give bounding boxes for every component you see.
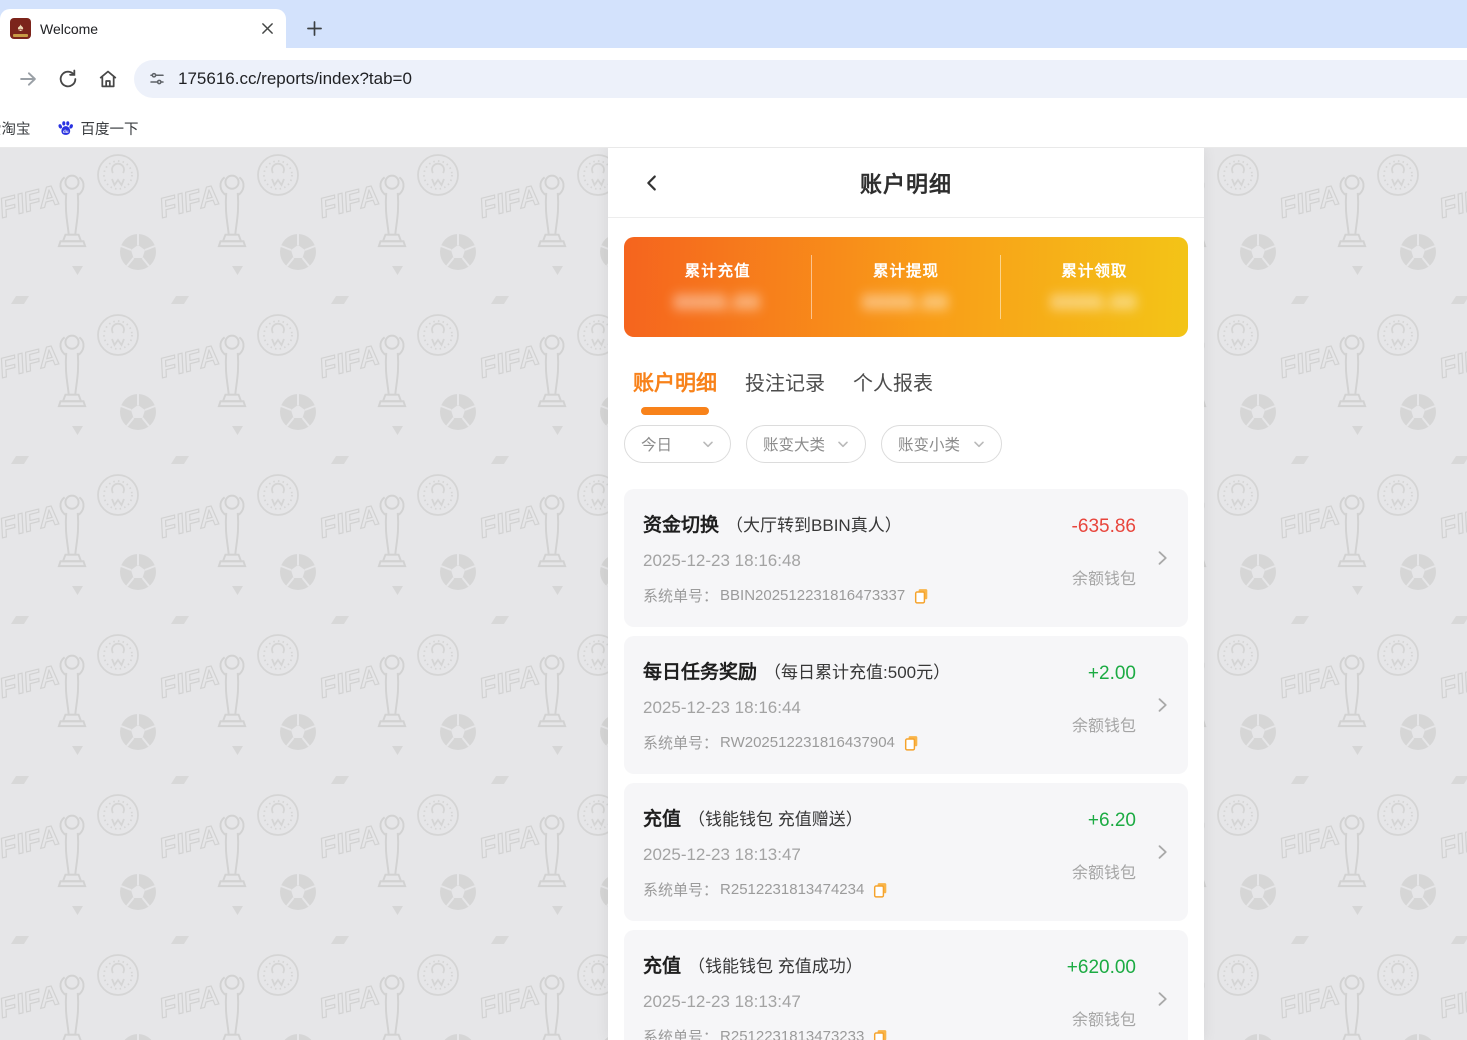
- svg-text:du: du: [62, 129, 68, 134]
- txn-note: （钱能钱包 充值赠送）: [688, 810, 863, 829]
- panel-header: 账户明细: [608, 148, 1204, 218]
- order-number: BBIN202512231816473337: [720, 587, 906, 604]
- baidu-paw-icon: du: [58, 121, 73, 135]
- summary-total-withdraw: 累计提现 8888.88: [862, 263, 950, 314]
- txn-note: （每日累计充值:500元）: [764, 663, 951, 682]
- url-text: 175616.cc/reports/index?tab=0: [178, 69, 412, 88]
- summary-card: 累计充值 8888.88 累计提现 8888.88 累计领取 8888.88: [624, 237, 1188, 337]
- copy-button[interactable]: [873, 882, 888, 898]
- txn-datetime: 2025-12-23 18:13:47: [643, 992, 801, 1011]
- txn-wallet: 余额钱包: [1071, 865, 1136, 882]
- order-label: 系统单号：: [643, 588, 719, 605]
- site-favicon: ♠: [10, 18, 31, 39]
- masked-value: 8888.88: [674, 292, 761, 314]
- tab-account-detail[interactable]: 账户明细: [633, 361, 717, 425]
- chevron-right-icon[interactable]: [1152, 547, 1172, 569]
- bookmark-taobao[interactable]: 爱淘宝: [0, 118, 31, 139]
- filter-minor-category-dropdown[interactable]: 账变小类: [881, 425, 1002, 463]
- copy-button[interactable]: [873, 1029, 888, 1040]
- txn-wallet: 余额钱包: [1071, 571, 1136, 588]
- tab-bet-records[interactable]: 投注记录: [745, 361, 825, 425]
- account-detail-panel: 账户明细 累计充值 8888.88 累计提现 8888.88 累计领取 8888…: [608, 148, 1204, 1040]
- copy-button[interactable]: [914, 588, 929, 604]
- txn-amount: -635.86: [1071, 516, 1136, 537]
- txn-datetime: 2025-12-23 18:13:47: [643, 845, 801, 864]
- reload-button[interactable]: [48, 59, 88, 99]
- filters-row: 今日 账变大类 账变小类: [608, 425, 1204, 479]
- masked-value: 8888.88: [1051, 292, 1138, 314]
- back-button[interactable]: [634, 165, 670, 201]
- copy-icon: [874, 882, 887, 898]
- page-title: 账户明细: [859, 171, 952, 197]
- txn-amount: +6.20: [1087, 810, 1136, 831]
- home-icon: [99, 70, 117, 88]
- transaction-row[interactable]: 资金切换 （大厅转到BBIN真人） 2025-12-23 18:16:48 系统…: [624, 489, 1188, 627]
- txn-wallet: 余额钱包: [1071, 718, 1136, 735]
- new-tab-button[interactable]: [300, 14, 328, 42]
- transaction-row[interactable]: 充值 （钱能钱包 充值赠送） 2025-12-23 18:13:47 系统单号：…: [624, 783, 1188, 921]
- forward-button[interactable]: [8, 59, 48, 99]
- summary-total-claim: 累计领取 8888.88: [1051, 263, 1138, 314]
- chevron-right-icon[interactable]: [1152, 694, 1172, 716]
- close-icon: [261, 23, 273, 34]
- txn-wallet: 余额钱包: [1071, 1012, 1136, 1029]
- txn-note: （大厅转到BBIN真人）: [726, 516, 902, 535]
- url-bar[interactable]: 175616.cc/reports/index?tab=0: [134, 60, 1467, 98]
- home-button[interactable]: [88, 59, 128, 99]
- page-background: FIFA: [0, 148, 1467, 1040]
- chevron-down-icon: [703, 441, 713, 448]
- active-tab-underline: [641, 407, 709, 415]
- browser-toolbar: 175616.cc/reports/index?tab=0: [0, 48, 1467, 110]
- txn-title: 充值: [643, 956, 682, 977]
- summary-total-deposit: 累计充值 8888.88: [674, 263, 761, 314]
- transaction-row[interactable]: 每日任务奖励 （每日累计充值:500元） 2025-12-23 18:16:44…: [624, 636, 1188, 774]
- txn-datetime: 2025-12-23 18:16:48: [643, 551, 801, 570]
- copy-icon: [904, 735, 918, 751]
- section-tabs: 账户明细 投注记录 个人报表: [608, 361, 1204, 425]
- transaction-row[interactable]: 充值 （钱能钱包 充值成功） 2025-12-23 18:13:47 系统单号：…: [624, 930, 1188, 1040]
- order-label: 系统单号：: [643, 735, 719, 752]
- chevron-right-icon[interactable]: [1152, 841, 1172, 863]
- order-label: 系统单号：: [643, 882, 719, 899]
- bookmark-baidu[interactable]: du 百度一下: [57, 118, 139, 139]
- filter-major-category-dropdown[interactable]: 账变大类: [746, 425, 866, 463]
- chevron-down-icon: [838, 441, 848, 448]
- chevron-right-icon[interactable]: [1152, 988, 1172, 1010]
- plus-icon: [306, 20, 322, 36]
- tab-title: Welcome: [40, 20, 99, 37]
- browser-tab[interactable]: ♠ Welcome: [0, 9, 286, 48]
- chevron-left-icon: [647, 174, 656, 191]
- bookmarks-bar: 爱淘宝 du 百度一下: [0, 110, 1467, 148]
- tab-personal-report[interactable]: 个人报表: [853, 361, 933, 425]
- filter-date-dropdown[interactable]: 今日: [624, 425, 731, 463]
- chevron-down-icon: [974, 441, 984, 448]
- copy-icon: [915, 588, 928, 604]
- txn-amount: +2.00: [1087, 663, 1136, 684]
- txn-datetime: 2025-12-23 18:16:44: [643, 698, 801, 717]
- browser-tabstrip: ♠ Welcome: [0, 0, 1467, 48]
- order-label: 系统单号：: [643, 1029, 719, 1040]
- tune-icon: [150, 72, 164, 85]
- copy-icon: [874, 1029, 887, 1040]
- txn-note: （钱能钱包 充值成功）: [688, 957, 863, 976]
- txn-title: 充值: [643, 809, 682, 830]
- masked-value: 8888.88: [862, 292, 950, 314]
- copy-button[interactable]: [904, 735, 919, 751]
- reload-icon: [59, 69, 77, 88]
- order-number: RW202512231816437904: [720, 734, 895, 751]
- forward-icon: [20, 72, 36, 86]
- order-number: R2512231813474234: [720, 881, 865, 898]
- tab-close-button[interactable]: [258, 20, 276, 38]
- order-number: R2512231813473233: [720, 1028, 865, 1040]
- transaction-list: 资金切换 （大厅转到BBIN真人） 2025-12-23 18:16:48 系统…: [608, 479, 1204, 1040]
- txn-amount: +620.00: [1066, 957, 1136, 978]
- txn-title: 每日任务奖励: [643, 662, 758, 683]
- txn-title: 资金切换: [643, 515, 720, 536]
